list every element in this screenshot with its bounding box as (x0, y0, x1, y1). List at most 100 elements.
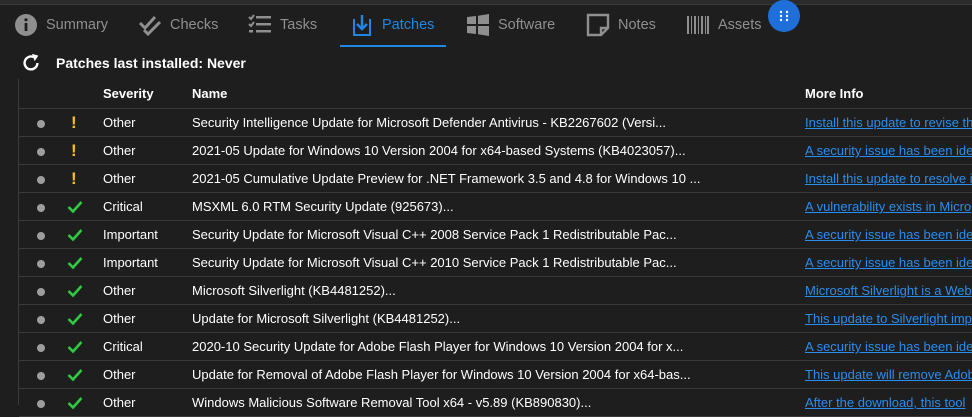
table-body: ! Other Security Intelligence Update for M… (19, 108, 972, 417)
status-cell (65, 276, 103, 305)
column-header[interactable] (19, 79, 65, 109)
barcode-icon (687, 16, 709, 34)
row-select-dot[interactable] (37, 175, 45, 184)
tab-notes[interactable]: Notes (586, 8, 656, 42)
checkmark-icon (67, 341, 83, 354)
patch-name-cell: 2021-05 Update for Windows 10 Version 20… (192, 136, 805, 165)
more-info-link[interactable]: This update to Silverlight imp (805, 311, 972, 326)
row-select-dot[interactable] (37, 231, 45, 240)
tab-label: Software (498, 17, 556, 33)
status-cell (65, 220, 103, 249)
more-info-link[interactable]: A vulnerability exists in Micro (805, 199, 971, 214)
severity-cell: Other (103, 108, 192, 137)
more-info-link[interactable]: A security issue has been ide (805, 227, 972, 242)
table-row[interactable]: Other Windows Malicious Software Removal … (19, 388, 972, 417)
row-select-dot[interactable] (37, 147, 45, 156)
more-info-link[interactable]: A security issue has been ide (805, 143, 972, 158)
table-row[interactable]: Important Security Update for Microsoft V… (19, 248, 972, 277)
top-border (0, 0, 972, 5)
patch-name-cell: Security Update for Microsoft Visual C++… (192, 220, 805, 249)
status-cell (65, 304, 103, 333)
tab-checks[interactable]: Checks (138, 8, 218, 42)
tab-assets[interactable]: Assets (686, 8, 762, 42)
table-row[interactable]: Critical MSXML 6.0 RTM Security Update (9… (19, 192, 972, 221)
column-header[interactable] (65, 79, 103, 109)
patch-name-cell: Update for Removal of Adobe Flash Player… (192, 360, 805, 389)
more-info-link[interactable]: Install this update to resolve i (805, 171, 972, 186)
tab-tasks[interactable]: Tasks (248, 8, 317, 42)
tab-summary[interactable]: Summary (14, 8, 108, 42)
row-select-dot[interactable] (37, 119, 45, 128)
tab-software[interactable]: Software (466, 8, 555, 42)
more-info-link[interactable]: This update will remove Adob (805, 367, 972, 382)
column-header-name[interactable]: Name (192, 79, 805, 109)
patch-name-cell: Security Intelligence Update for Microso… (192, 108, 805, 137)
patch-name-cell: Windows Malicious Software Removal Tool … (192, 388, 805, 417)
windows-icon (467, 14, 489, 36)
table-row[interactable]: ! Other 2021-05 Update for Windows 10 Vers… (19, 136, 972, 165)
patches-table-container: Severity Name More Info ! Other Security I… (18, 79, 972, 417)
column-header-severity[interactable]: Severity (103, 79, 192, 109)
notes-icon (586, 13, 610, 37)
tab-bar: Summary Checks Tasks Patches Software No… (0, 0, 972, 47)
row-select-dot[interactable] (37, 203, 45, 212)
tab-label: Patches (382, 17, 435, 33)
severity-cell: Important (103, 220, 192, 249)
table-row[interactable]: ! Other 2021-05 Cumulative Update Preview … (19, 164, 972, 193)
patch-name-cell: 2020-10 Security Update for Adobe Flash … (192, 332, 805, 361)
checkmark-icon (67, 397, 83, 410)
patch-name-cell: Update for Microsoft Silverlight (KB4481… (192, 304, 805, 333)
table-row[interactable]: Other Update for Removal of Adobe Flash P… (19, 360, 972, 389)
patches-header: Patches last installed: Never (20, 52, 246, 74)
actions-menu-button[interactable] (768, 0, 800, 32)
row-select-dot[interactable] (37, 287, 45, 296)
warning-icon: ! (71, 140, 77, 160)
checkmark-icon (67, 313, 83, 326)
severity-cell: Other (103, 304, 192, 333)
more-info-link[interactable]: Install this update to revise the (805, 115, 972, 130)
row-select-dot[interactable] (37, 343, 45, 352)
patch-name-cell: MSXML 6.0 RTM Security Update (925673)..… (192, 192, 805, 221)
refresh-icon[interactable] (20, 52, 42, 74)
checks-icon (138, 15, 162, 37)
info-icon (15, 14, 37, 36)
column-header-more-info[interactable]: More Info (805, 79, 972, 109)
severity-cell: Critical (103, 332, 192, 361)
more-info-link[interactable]: Microsoft Silverlight is a Web (805, 283, 972, 298)
checkmark-icon (67, 257, 83, 270)
row-select-dot[interactable] (37, 399, 45, 408)
status-cell (65, 388, 103, 417)
row-select-dot[interactable] (37, 259, 45, 268)
table-header-row: Severity Name More Info (19, 79, 972, 109)
more-info-link[interactable]: A security issue has been ide (805, 255, 972, 270)
status-cell: ! (65, 136, 103, 165)
patch-name-cell: Security Update for Microsoft Visual C++… (192, 248, 805, 277)
patches-table: Severity Name More Info ! Other Security I… (19, 79, 972, 417)
row-select-dot[interactable] (37, 315, 45, 324)
severity-cell: Other (103, 136, 192, 165)
warning-icon: ! (71, 168, 77, 188)
more-info-link[interactable]: After the download, this tool (805, 395, 965, 410)
tab-patches[interactable]: Patches (339, 8, 447, 47)
row-select-dot[interactable] (37, 371, 45, 380)
patch-name-cell: 2021-05 Cumulative Update Preview for .N… (192, 164, 805, 193)
severity-cell: Important (103, 248, 192, 277)
checkmark-icon (67, 369, 83, 382)
status-cell: ! (65, 164, 103, 193)
table-row[interactable]: Important Security Update for Microsoft V… (19, 220, 972, 249)
tab-label: Checks (170, 17, 219, 33)
more-info-link[interactable]: A security issue has been ide (805, 339, 972, 354)
table-row[interactable]: Other Update for Microsoft Silverlight (K… (19, 304, 972, 333)
tab-label: Notes (618, 17, 656, 33)
tab-label: Tasks (280, 17, 318, 33)
status-cell (65, 192, 103, 221)
tasks-icon (248, 14, 271, 33)
severity-cell: Critical (103, 192, 192, 221)
patches-icon (353, 15, 371, 36)
page-title: Patches last installed: Never (56, 55, 246, 71)
table-row[interactable]: Critical 2020-10 Security Update for Adob… (19, 332, 972, 361)
dots-grid-icon (779, 10, 789, 22)
status-cell: ! (65, 108, 103, 137)
table-row[interactable]: Other Microsoft Silverlight (KB4481252)..… (19, 276, 972, 305)
table-row[interactable]: ! Other Security Intelligence Update for M… (19, 108, 972, 137)
